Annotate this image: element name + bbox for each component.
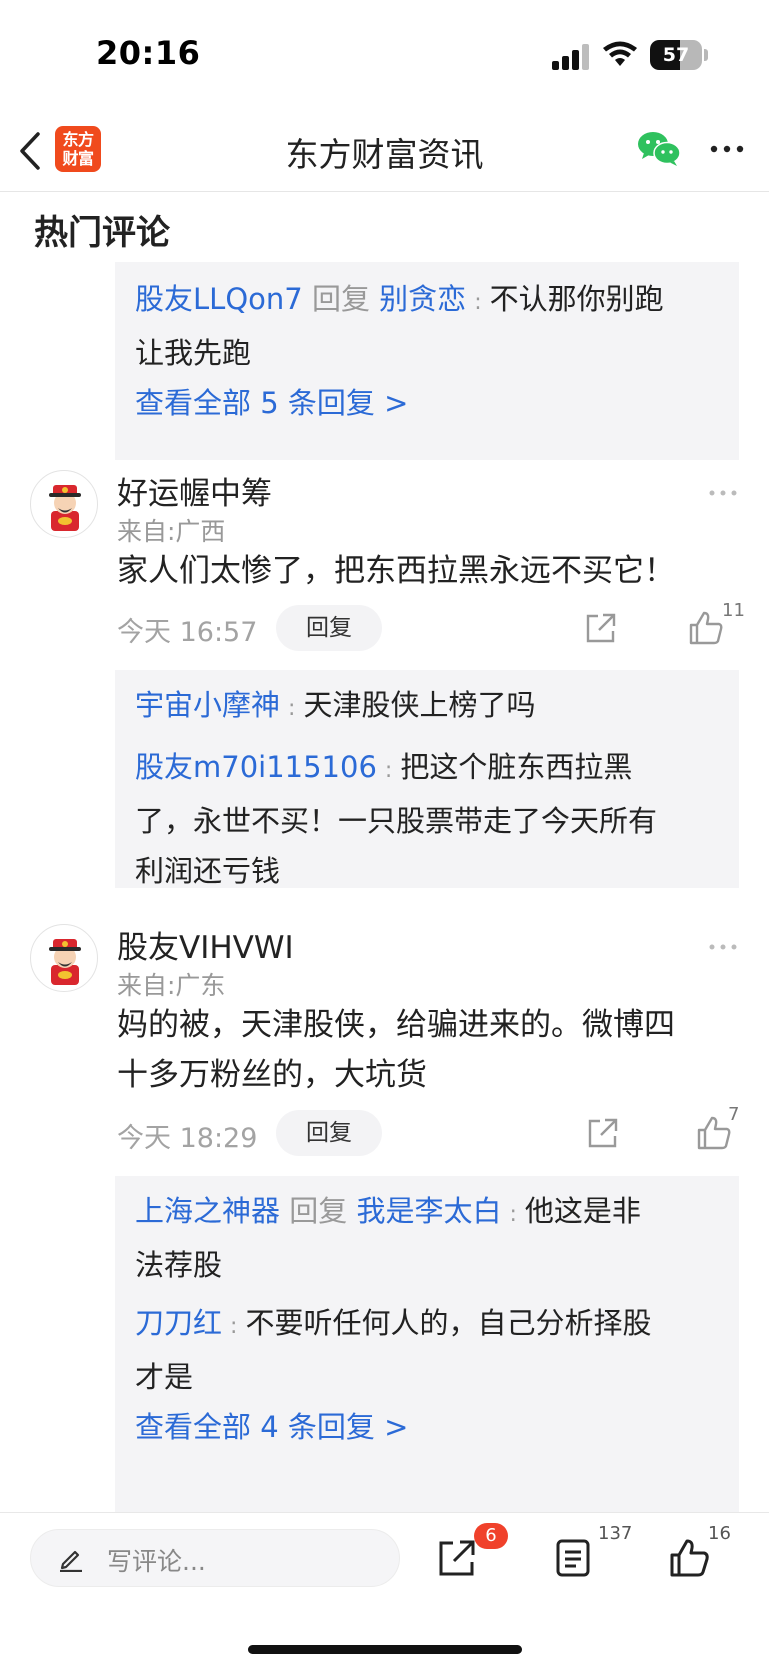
wechat-icon[interactable] <box>636 128 682 168</box>
share-icon[interactable] <box>584 611 618 645</box>
battery-level: 57 <box>662 44 690 66</box>
reply-text: 他这是非 <box>524 1194 641 1228</box>
comment-input[interactable]: 写评论... <box>30 1529 400 1587</box>
share-icon[interactable] <box>586 1116 620 1150</box>
comment-list-icon[interactable] <box>552 1537 594 1579</box>
thumbs-up-icon[interactable] <box>668 1537 710 1579</box>
comments-list[interactable]: 股友LLQon7 回复 别贪恋: 不认那你别跑 让我先跑 查看全部 5 条回复 >… <box>0 262 769 1512</box>
reply-text: 天津股侠上榜了吗 <box>303 688 536 722</box>
reply-item[interactable]: 上海之神器 回复 我是李太白: 他这是非 <box>135 1186 719 1240</box>
reply-word: 回复 <box>289 1194 348 1228</box>
reply-block: 股友LLQon7 回复 别贪恋: 不认那你别跑 让我先跑 查看全部 5 条回复 > <box>115 262 739 460</box>
like-count: 16 <box>708 1523 731 1544</box>
like-count: 7 <box>728 1104 740 1125</box>
avatar-caishen-icon <box>49 939 81 985</box>
like-count: 11 <box>722 600 745 621</box>
view-all-replies-link[interactable]: 查看全部 4 条回复 > <box>135 1402 719 1452</box>
reply-block: 宇宙小摩神: 天津股侠上榜了吗 股友m70i115106: 把这个脏东西拉黑 了，永… <box>115 670 739 888</box>
comment-location: 来自:广西 <box>117 517 226 546</box>
status-bar: 20:16 57 <box>0 0 769 110</box>
avatar-caishen-icon <box>49 485 81 531</box>
comment-count: 137 <box>598 1523 633 1544</box>
reply-item[interactable]: 刀刀红: 不要听任何人的，自己分析择股 <box>135 1298 719 1352</box>
reply-text-cont: 才是 <box>135 1360 194 1394</box>
reply-text: 不认那你别跑 <box>489 282 664 316</box>
comment-item: 好运幄中筹 来自:广西 家人们太惨了，把东西拉黑永远不买它！ 今天 16:57 … <box>0 468 769 888</box>
view-all-replies-link[interactable]: 查看全部 5 条回复 > <box>135 378 719 428</box>
comment-location: 来自:广东 <box>117 971 226 1000</box>
comment-time: 今天 16:57 <box>117 617 258 648</box>
reply-text-cont: 了，永世不买！一只股票带走了今天所有 <box>135 804 658 838</box>
comment-more-icon[interactable] <box>708 488 738 498</box>
reply-item[interactable]: 宇宙小摩神: 天津股侠上榜了吗 <box>135 680 719 734</box>
comment-username[interactable]: 好运幄中筹 <box>117 468 272 513</box>
battery-tip <box>704 49 708 61</box>
comment-content-line: 十多万粉丝的，大坑货 <box>117 1057 427 1093</box>
reply-text: 把这个脏东西拉黑 <box>400 750 633 784</box>
status-time: 20:16 <box>96 34 201 72</box>
reply-user[interactable]: 上海之神器 <box>135 1194 280 1228</box>
reply-target[interactable]: 别贪恋 <box>379 282 466 316</box>
cellular-signal-icon <box>552 44 589 70</box>
reply-button[interactable]: 回复 <box>276 1110 382 1156</box>
reply-item[interactable]: 股友LLQon7 回复 别贪恋: 不认那你别跑 <box>135 274 719 328</box>
wifi-icon <box>603 41 637 66</box>
reply-button[interactable]: 回复 <box>276 605 382 651</box>
avatar[interactable] <box>30 924 98 992</box>
reply-word: 回复 <box>311 282 370 316</box>
pen-icon <box>60 1550 82 1572</box>
nav-bar: 东方 财富 东方财富资讯 <box>0 110 769 192</box>
reply-text-cont: 利润还亏钱 <box>135 854 281 888</box>
more-icon[interactable] <box>706 136 748 162</box>
comment-content: 家人们太惨了，把东西拉黑永远不买它！ <box>117 553 675 589</box>
reply-item[interactable]: 股友m70i115106: 把这个脏东西拉黑 <box>135 742 719 796</box>
comment-more-icon[interactable] <box>708 942 738 952</box>
thumbs-up-icon[interactable] <box>696 1115 732 1151</box>
comment-time: 今天 18:29 <box>117 1123 258 1154</box>
share-icon[interactable] <box>436 1537 478 1579</box>
comment-input-placeholder: 写评论... <box>107 1547 206 1576</box>
reply-block: 上海之神器 回复 我是李太白: 他这是非 法荐股 刀刀红: 不要听任何人的，自己分析… <box>115 1176 739 1512</box>
reply-text-cont: 让我先跑 <box>135 336 252 370</box>
reply-user[interactable]: 股友LLQon7 <box>135 282 303 316</box>
reply-user[interactable]: 宇宙小摩神 <box>135 688 280 722</box>
reply-user[interactable]: 刀刀红 <box>135 1306 222 1340</box>
comment-content-line: 妈的被，天津股侠，给骗进来的。微博四 <box>117 1007 675 1043</box>
reply-text: 不要听任何人的，自己分析择股 <box>245 1306 652 1340</box>
reply-target[interactable]: 我是李太白 <box>356 1194 501 1228</box>
comment-username[interactable]: 股友VIHVWI <box>117 922 294 967</box>
reply-text-cont: 法荐股 <box>135 1248 223 1282</box>
comment-item: 股友VIHVWI 来自:广东 妈的被，天津股侠，给骗进来的。微博四 十多万粉丝的… <box>0 922 769 1512</box>
hot-comments-header: 热门评论 <box>34 213 170 253</box>
comment-content: 妈的被，天津股侠，给骗进来的。微博四 十多万粉丝的，大坑货 <box>117 1000 737 1100</box>
reply-user[interactable]: 股友m70i115106 <box>135 750 377 784</box>
thumbs-up-icon[interactable] <box>688 610 724 646</box>
bottom-action-bar: 写评论... 6 137 16 <box>0 1512 769 1665</box>
clipped-line <box>135 262 719 274</box>
share-count-badge: 6 <box>474 1523 508 1549</box>
home-indicator[interactable] <box>248 1645 522 1654</box>
avatar[interactable] <box>30 470 98 538</box>
battery-icon: 57 <box>650 40 702 70</box>
